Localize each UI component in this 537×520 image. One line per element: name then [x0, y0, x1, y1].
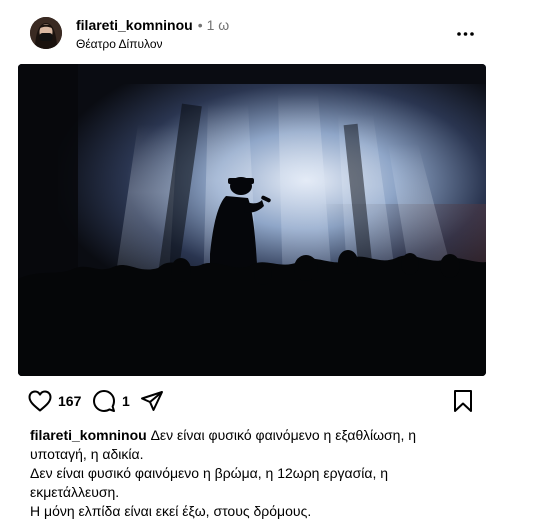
bookmark-icon	[454, 390, 472, 412]
caption-username[interactable]: filareti_komninou	[30, 427, 147, 443]
concert-photo	[18, 64, 486, 376]
comments-count[interactable]: 1	[122, 393, 130, 409]
post-caption: filareti_komninou Δεν είναι φυσικό φαινό…	[30, 426, 470, 520]
post-actions: 167 1	[28, 388, 478, 414]
post-meta: filareti_komninou • 1 ω	[76, 17, 229, 34]
comment-button[interactable]: 1	[92, 388, 130, 414]
caption-line: Δεν είναι φυσικό φαινόμενο η βρώμα, η 12…	[30, 465, 389, 500]
post-image[interactable]	[18, 64, 486, 376]
post-username[interactable]: filareti_komninou	[76, 17, 193, 33]
caption-line: filareti_komninou Δεν είναι φυσικό φαινό…	[30, 426, 470, 464]
avatar[interactable]	[30, 17, 62, 49]
meta-separator: •	[197, 17, 203, 33]
post-location[interactable]: Θέατρο Δίπυλον	[76, 37, 163, 51]
more-options-button[interactable]	[451, 24, 481, 44]
post-time[interactable]: 1 ω	[207, 17, 230, 33]
caption-line: Η μόνη ελπίδα είναι εκεί έξω, στους δρόμ…	[30, 503, 312, 519]
save-button[interactable]	[452, 388, 474, 414]
send-icon	[141, 391, 163, 411]
heart-icon	[28, 390, 52, 412]
post-header: filareti_komninou • 1 ω Θέατρο Δίπυλον	[30, 15, 480, 53]
share-button[interactable]	[140, 388, 164, 414]
comment-icon	[93, 390, 115, 412]
like-button[interactable]: 167	[28, 388, 81, 414]
more-dots-icon	[457, 32, 474, 36]
likes-count[interactable]: 167	[58, 393, 81, 409]
